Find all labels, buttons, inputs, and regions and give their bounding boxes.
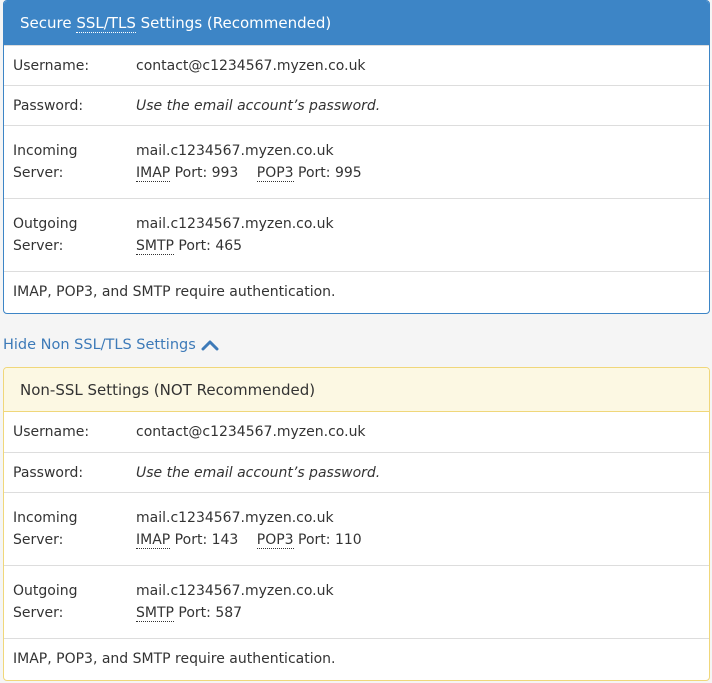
ssl-imap-port: IMAP Port: 993 <box>136 165 239 182</box>
nonssl-pop3-port: POP3 Port: 110 <box>256 532 362 549</box>
ssl-outgoing-label-line1: Outgoing <box>13 216 78 232</box>
ssl-auth-note: IMAP, POP3, and SMTP require authenticat… <box>4 271 709 312</box>
ssl-incoming-ports: IMAP Port: 993 POP3 Port: 995 <box>136 162 709 184</box>
nonssl-password-value: Use the email account’s password. <box>136 464 381 481</box>
nonssl-auth-note: IMAP, POP3, and SMTP require authenticat… <box>4 638 709 679</box>
ssl-incoming-label: Incoming Server: <box>4 140 136 184</box>
nonssl-incoming-label: Incoming Server: <box>4 507 136 551</box>
nonssl-password-row: Password: Use the email account’s passwo… <box>4 452 709 492</box>
nonssl-username-value: contact@c1234567.myzen.co.uk <box>136 424 366 440</box>
ssl-incoming-host: mail.c1234567.myzen.co.uk <box>136 143 334 159</box>
nonssl-settings-panel: Non-SSL Settings (NOT Recommended) Usern… <box>3 367 710 681</box>
nonssl-imap-port-text: Port: 143 <box>170 532 239 548</box>
ssl-incoming-row: Incoming Server: mail.c1234567.myzen.co.… <box>4 125 709 198</box>
ssl-panel-title: Secure SSL/TLS Settings (Recommended) <box>20 14 332 33</box>
nonssl-smtp-abbr: SMTP <box>136 605 174 622</box>
ssl-password-label: Password: <box>13 97 84 114</box>
ssl-outgoing-row: Outgoing Server: mail.c1234567.myzen.co.… <box>4 198 709 271</box>
nonssl-outgoing-label: Outgoing Server: <box>4 580 136 624</box>
nonssl-outgoing-ports: SMTP Port: 587 <box>136 602 709 624</box>
nonssl-imap-port: IMAP Port: 143 <box>136 532 239 549</box>
ssl-username-row: Username: contact@c1234567.myzen.co.uk <box>4 45 709 85</box>
ssl-outgoing-host: mail.c1234567.myzen.co.uk <box>136 216 334 232</box>
nonssl-smtp-port-text: Port: 587 <box>173 605 243 621</box>
nonssl-incoming-label-line1: Incoming <box>13 510 78 526</box>
nonssl-username-row: Username: contact@c1234567.myzen.co.uk <box>4 412 709 452</box>
ssl-settings-panel: Secure SSL/TLS Settings (Recommended) Us… <box>3 0 710 314</box>
nonssl-outgoing-host: mail.c1234567.myzen.co.uk <box>136 583 334 599</box>
ssl-imap-port-text: Port: 993 <box>170 165 239 181</box>
ssl-title-prefix: Secure <box>20 14 77 32</box>
ssl-incoming-label-line1: Incoming <box>13 143 78 159</box>
nonssl-outgoing-label-line1: Outgoing <box>13 583 78 599</box>
nonssl-smtp-port: SMTP Port: 587 <box>136 605 242 622</box>
nonssl-password-label: Password: <box>13 464 84 481</box>
ssl-password-value: Use the email account’s password. <box>136 97 381 114</box>
ssl-title-abbr: SSL/TLS <box>76 14 136 33</box>
nonssl-username-label: Username: <box>13 424 90 440</box>
nonssl-panel-title: Non-SSL Settings (NOT Recommended) <box>20 380 316 399</box>
ssl-smtp-port-text: Port: 465 <box>173 238 243 254</box>
nonssl-incoming-ports: IMAP Port: 143 POP3 Port: 110 <box>136 529 709 551</box>
ssl-incoming-label-line2: Server: <box>13 165 64 181</box>
chevron-up-icon <box>201 340 219 351</box>
ssl-smtp-abbr: SMTP <box>136 238 174 255</box>
nonssl-incoming-value: mail.c1234567.myzen.co.uk IMAP Port: 143… <box>136 507 709 551</box>
ssl-pop3-port-text: Port: 995 <box>293 165 362 181</box>
ssl-username-value: contact@c1234567.myzen.co.uk <box>136 57 366 74</box>
nonssl-panel-heading: Non-SSL Settings (NOT Recommended) <box>4 368 709 412</box>
ssl-panel-heading: Secure SSL/TLS Settings (Recommended) <box>4 1 709 45</box>
nonssl-incoming-label-line2: Server: <box>13 532 64 548</box>
hide-non-ssl-label: Hide Non SSL/TLS Settings <box>3 337 196 353</box>
ssl-outgoing-label-line2: Server: <box>13 238 64 254</box>
ssl-outgoing-ports: SMTP Port: 465 <box>136 235 709 257</box>
ssl-pop3-port: POP3 Port: 995 <box>256 165 362 182</box>
ssl-smtp-port: SMTP Port: 465 <box>136 238 242 255</box>
ssl-username-label: Username: <box>13 57 90 74</box>
nonssl-incoming-row: Incoming Server: mail.c1234567.myzen.co.… <box>4 492 709 565</box>
ssl-incoming-value: mail.c1234567.myzen.co.uk IMAP Port: 993… <box>136 140 709 184</box>
hide-non-ssl-toggle[interactable]: Hide Non SSL/TLS Settings <box>3 334 219 356</box>
nonssl-incoming-host: mail.c1234567.myzen.co.uk <box>136 510 334 526</box>
nonssl-pop3-port-text: Port: 110 <box>293 532 362 548</box>
ssl-pop3-abbr: POP3 <box>256 165 294 182</box>
nonssl-pop3-abbr: POP3 <box>256 532 294 549</box>
ssl-outgoing-value: mail.c1234567.myzen.co.uk SMTP Port: 465 <box>136 213 709 257</box>
nonssl-outgoing-row: Outgoing Server: mail.c1234567.myzen.co.… <box>4 565 709 638</box>
nonssl-outgoing-value: mail.c1234567.myzen.co.uk SMTP Port: 587 <box>136 580 709 624</box>
nonssl-outgoing-label-line2: Server: <box>13 605 64 621</box>
mail-settings-page: Secure SSL/TLS Settings (Recommended) Us… <box>0 0 712 683</box>
ssl-imap-abbr: IMAP <box>136 165 171 182</box>
ssl-outgoing-label: Outgoing Server: <box>4 213 136 257</box>
nonssl-imap-abbr: IMAP <box>136 532 171 549</box>
ssl-password-row: Password: Use the email account’s passwo… <box>4 85 709 125</box>
ssl-title-suffix: Settings (Recommended) <box>135 14 332 32</box>
